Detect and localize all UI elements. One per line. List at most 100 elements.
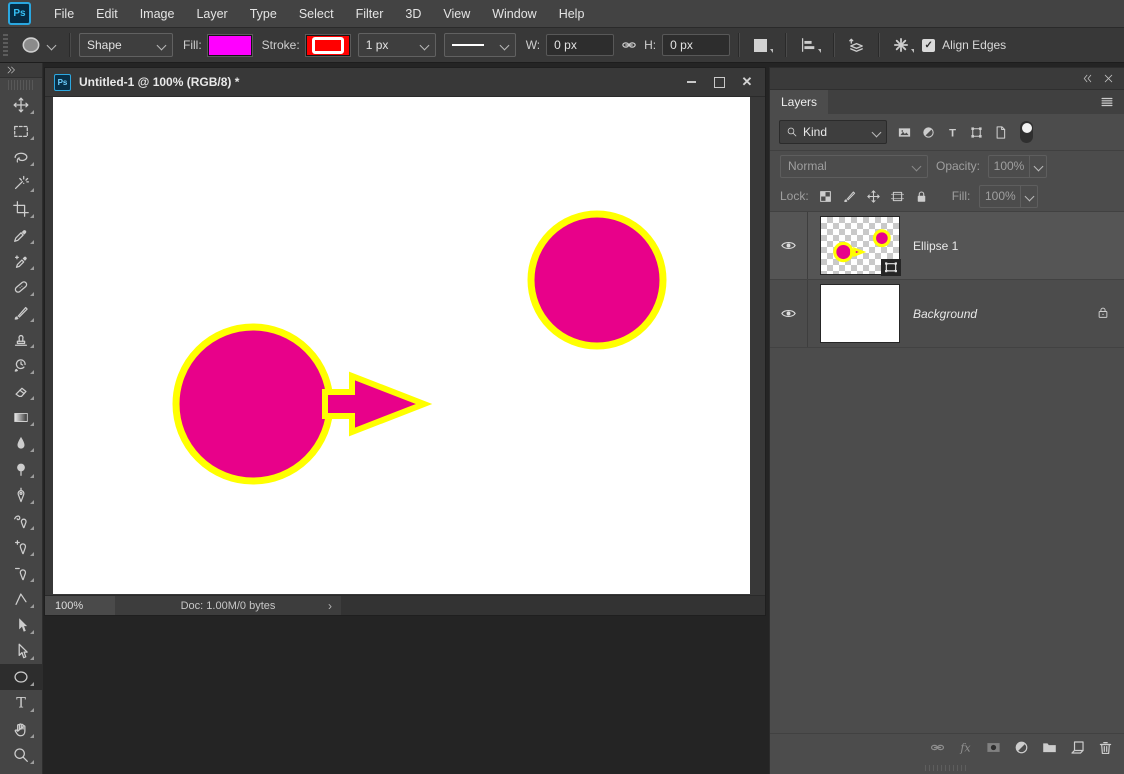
visibility-toggle[interactable] [770,280,808,347]
layer-row-ellipse-1[interactable]: Ellipse 1 [770,212,1124,280]
dodge-icon [12,460,30,478]
fill-amount-select[interactable]: 100% [979,184,1039,208]
shape-height-value: 0 px [670,38,693,52]
new-layer-icon[interactable] [1069,739,1086,756]
spot-healing-brush-tool[interactable] [0,248,42,274]
opacity-select[interactable]: 100% [988,154,1048,178]
blend-mode-select[interactable]: Normal [780,154,928,178]
menu-item-type[interactable]: Type [239,7,288,21]
zoom-level-field[interactable]: 100% [45,596,115,615]
menu-item-select[interactable]: Select [288,7,345,21]
stroke-style-select[interactable] [443,33,516,57]
toolbar-grip[interactable] [8,80,34,90]
canvas[interactable] [53,97,750,594]
history-brush-tool[interactable] [0,352,42,378]
layer-style-icon[interactable]: fx [957,739,974,756]
adjustment-layer-icon[interactable] [1013,739,1030,756]
lock-all-icon[interactable] [914,189,929,204]
crop-tool[interactable] [0,196,42,222]
brush-tool[interactable] [0,300,42,326]
menu-item-image[interactable]: Image [129,7,186,21]
doc-size-status[interactable]: Doc: 1.00M/0 bytes › [115,596,341,615]
link-layers-icon[interactable] [929,739,946,756]
path-arrangement-button[interactable] [843,36,870,55]
magic-wand-tool[interactable] [0,170,42,196]
align-edges-checkbox[interactable]: ✓ [922,38,936,52]
dodge-tool[interactable] [0,456,42,482]
convert-point-tool[interactable] [0,586,42,612]
filter-image-icon[interactable] [892,121,916,143]
panel-menu-icon[interactable] [1100,95,1114,109]
menu-item-layer[interactable]: Layer [185,7,238,21]
lasso-tool[interactable] [0,144,42,170]
layer-thumbnail[interactable] [820,216,901,276]
move-tool[interactable] [0,92,42,118]
menu-item-filter[interactable]: Filter [345,7,395,21]
blur-tool[interactable] [0,430,42,456]
lock-artboard-icon[interactable] [890,189,905,204]
delete-layer-icon[interactable] [1097,739,1114,756]
tool-preset-button[interactable] [14,34,61,56]
filter-toggle-switch[interactable] [1020,121,1033,143]
gradient-tool[interactable] [0,404,42,430]
filter-kind-select[interactable]: Kind [779,120,887,144]
document-titlebar[interactable]: Ps Untitled-1 @ 100% (RGB/8) * ✕ [45,68,765,97]
delete-anchor-point-tool[interactable] [0,560,42,586]
close-panel-icon[interactable] [1103,73,1114,84]
menu-item-edit[interactable]: Edit [85,7,129,21]
rectangular-marquee-tool[interactable] [0,118,42,144]
tab-layers[interactable]: Layers [770,90,828,114]
toolbar-collapse-button[interactable] [0,62,42,78]
pen-tool[interactable] [0,482,42,508]
path-selection-tool[interactable] [0,612,42,638]
eraser-tool[interactable] [0,378,42,404]
visibility-toggle[interactable] [770,212,808,279]
stroke-width-select[interactable]: 1 px [357,33,436,57]
filter-shape-icon[interactable] [964,121,988,143]
maximize-button[interactable] [705,72,733,92]
collapse-panel-icon[interactable] [1082,73,1093,84]
lock-row: Lock: Fill: 100% [770,181,1124,212]
shape-width-input[interactable]: 0 px [546,34,615,56]
tool-mode-select[interactable]: Shape [79,33,173,57]
filter-adjustment-icon[interactable] [916,121,940,143]
layer-name[interactable]: Background [913,307,977,321]
geometry-options-button[interactable] [888,36,918,54]
zoom-tool[interactable] [0,742,42,768]
eyedropper-tool[interactable] [0,222,42,248]
menu-item-file[interactable]: File [43,7,85,21]
minimize-button[interactable] [677,72,705,92]
layer-thumbnail[interactable] [820,284,900,343]
healing-brush-tool[interactable] [0,274,42,300]
filter-smart-object-icon[interactable] [988,121,1012,143]
path-alignment-button[interactable] [795,36,825,54]
ellipse-tool[interactable] [0,664,42,690]
menu-item-help[interactable]: Help [548,7,596,21]
menu-item-view[interactable]: View [432,7,481,21]
hand-tool[interactable] [0,716,42,742]
panel-resize-grip[interactable] [925,765,969,771]
fill-swatch[interactable] [207,34,252,56]
layer-name[interactable]: Ellipse 1 [913,239,958,253]
add-anchor-point-tool[interactable] [0,534,42,560]
lock-position-icon[interactable] [866,189,881,204]
stroke-swatch[interactable] [305,34,350,56]
menu-item-window[interactable]: Window [481,7,547,21]
lock-pixels-icon[interactable] [842,189,857,204]
new-group-icon[interactable] [1041,739,1058,756]
close-button[interactable]: ✕ [733,72,761,92]
shape-height-input[interactable]: 0 px [662,34,731,56]
solid-line-icon [451,44,484,46]
lock-transparency-icon[interactable] [818,189,833,204]
path-operations-button[interactable] [748,37,777,54]
menu-item-3d[interactable]: 3D [394,7,432,21]
link-wh-icon[interactable] [620,36,638,54]
type-tool[interactable]: T [0,690,42,716]
freeform-pen-tool[interactable] [0,508,42,534]
direct-selection-tool[interactable] [0,638,42,664]
options-grip[interactable] [3,34,8,56]
clone-stamp-tool[interactable] [0,326,42,352]
layer-row-background[interactable]: Background [770,280,1124,348]
add-mask-icon[interactable] [985,739,1002,756]
filter-type-icon[interactable]: T [940,121,964,143]
